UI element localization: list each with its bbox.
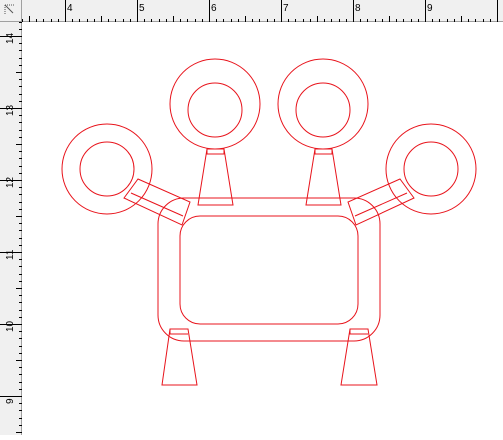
circle-outer-right[interactable] [385, 123, 477, 215]
connector-right[interactable] [347, 178, 415, 226]
vertical-ruler[interactable]: 14 13 12 11 10 9 [0, 22, 22, 435]
leg-left[interactable] [161, 328, 198, 386]
stem-top-left[interactable] [197, 148, 234, 206]
circle-outer-top-left[interactable] [169, 58, 261, 150]
leg-right[interactable] [340, 328, 378, 386]
horizontal-ruler-scale: 4 5 6 7 8 9 [22, 0, 498, 22]
vruler-label-11: 11 [5, 249, 16, 260]
body-outer[interactable] [157, 197, 381, 342]
vruler-label-9: 9 [5, 398, 16, 404]
connector-left[interactable] [123, 178, 191, 226]
drawing-artwork [61, 58, 477, 386]
circle-inner-right[interactable] [403, 141, 459, 197]
circle-outer-left[interactable] [61, 123, 153, 215]
hruler-label-4: 4 [67, 3, 73, 14]
hruler-label-9: 9 [427, 3, 433, 14]
circle-inner-top-left[interactable] [187, 82, 243, 138]
body-inner[interactable] [179, 215, 359, 325]
vruler-label-10: 10 [5, 320, 16, 332]
ruler-origin-icon [4, 4, 15, 15]
circle-inner-left[interactable] [79, 141, 135, 197]
vruler-label-12: 12 [5, 176, 16, 188]
hruler-label-5: 5 [139, 3, 145, 14]
stem-top-right[interactable] [305, 148, 342, 206]
vruler-label-14: 14 [5, 32, 16, 44]
circle-inner-top-right[interactable] [295, 82, 351, 138]
horizontal-ruler[interactable]: 4 5 6 7 8 9 [22, 0, 503, 22]
hruler-label-8: 8 [355, 3, 361, 14]
circle-outer-top-right[interactable] [277, 58, 369, 150]
drawing-canvas[interactable] [22, 22, 503, 435]
hruler-label-7: 7 [283, 3, 289, 14]
ruler-origin-corner[interactable] [0, 0, 22, 22]
hruler-label-6: 6 [211, 3, 217, 14]
vruler-label-13: 13 [5, 104, 16, 116]
vertical-ruler-scale: 14 13 12 11 10 9 [0, 22, 22, 433]
